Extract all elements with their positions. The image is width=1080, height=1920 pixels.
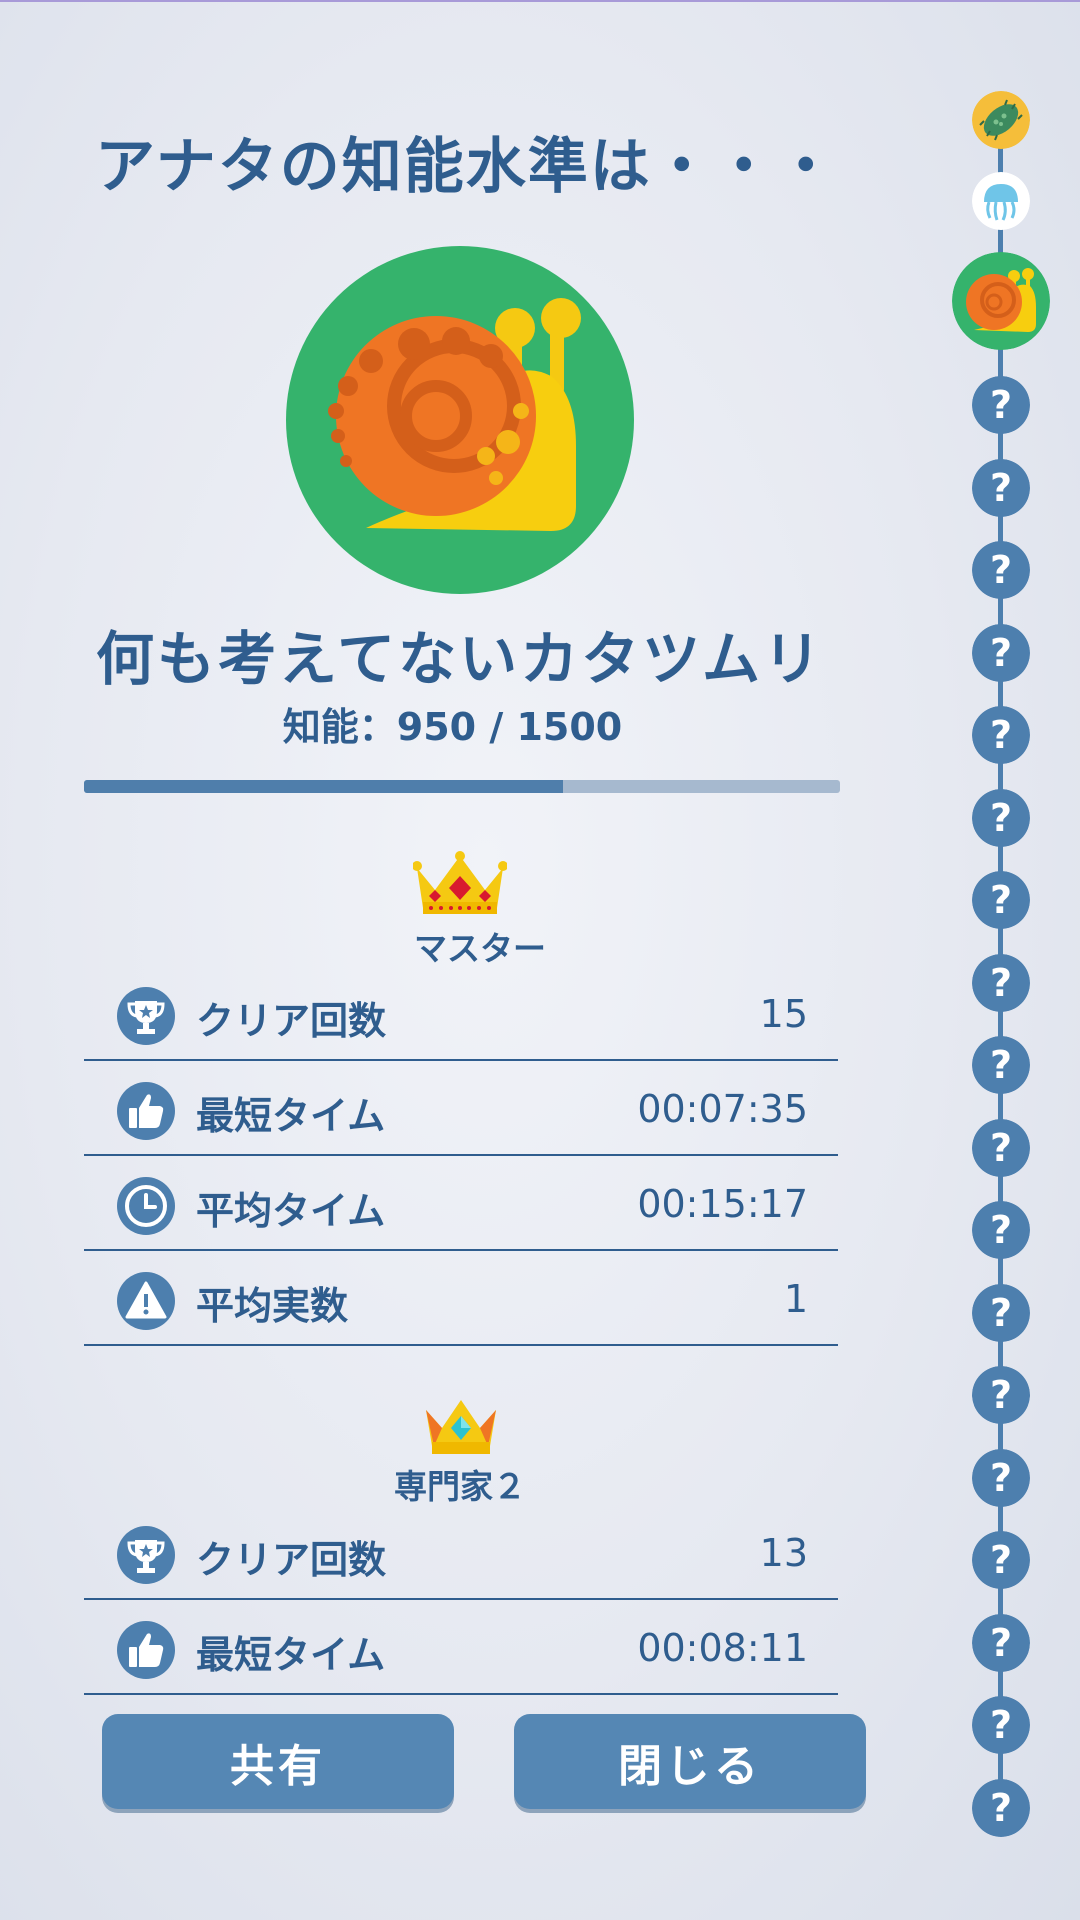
page-title: アナタの知能水準は・・・: [95, 132, 838, 202]
rank-name: 何も考えてないカタツムリ: [96, 625, 824, 693]
locked-evolution-question-icon[interactable]: ?: [972, 871, 1030, 929]
question-mark-glyph: ?: [990, 631, 1012, 675]
thumbs-up-icon: [117, 1621, 175, 1679]
jellyfish-icon[interactable]: [972, 172, 1030, 230]
thumbs-up-icon: [117, 1082, 175, 1140]
locked-evolution-question-icon[interactable]: ?: [972, 1036, 1030, 1094]
stat-row-best-time: 最短タイム 00:08:11: [84, 1598, 838, 1695]
question-mark-glyph: ?: [990, 383, 1012, 427]
question-mark-glyph: ?: [990, 1373, 1012, 1417]
snail-icon[interactable]: [952, 252, 1050, 350]
trophy-icon: [117, 987, 175, 1045]
locked-evolution-question-icon[interactable]: ?: [972, 623, 1030, 682]
stat-row-clear-count: クリア回数 13: [84, 1503, 838, 1600]
stat-label: クリア回数: [196, 1538, 387, 1582]
locked-evolution-question-icon[interactable]: ?: [972, 376, 1030, 434]
locked-evolution-question-icon[interactable]: ?: [972, 706, 1030, 764]
locked-evolution-question-icon[interactable]: ?: [972, 1448, 1030, 1507]
difficulty-label-master: マスター: [414, 929, 546, 968]
crown-red-gem-icon: [413, 851, 507, 914]
bacteria-icon[interactable]: [972, 91, 1030, 149]
question-mark-glyph: ?: [990, 466, 1012, 510]
question-mark-glyph: ?: [990, 1538, 1012, 1582]
share-button[interactable]: 共有: [102, 1714, 454, 1809]
iq-progress-fill: [84, 780, 563, 793]
stat-row-best-time: 最短タイム 00:07:35: [84, 1059, 838, 1156]
stat-label: 平均実数: [196, 1284, 349, 1328]
stat-value: 1: [783, 1277, 808, 1321]
stat-label: 平均タイム: [196, 1189, 386, 1233]
top-accent-line: [0, 0, 1080, 2]
stat-value: 00:07:35: [637, 1087, 808, 1131]
crown-blue-gem-icon: [426, 1400, 496, 1454]
locked-evolution-question-icon[interactable]: ?: [972, 1696, 1030, 1754]
iq-progress-bar: [84, 780, 840, 793]
locked-evolution-question-icon[interactable]: ?: [972, 953, 1030, 1012]
stat-value: 00:08:11: [637, 1626, 808, 1670]
stat-row-average-time: 平均タイム 00:15:17: [84, 1154, 838, 1251]
locked-evolution-question-icon[interactable]: ?: [972, 1778, 1030, 1837]
trophy-icon: [117, 1526, 175, 1584]
close-button[interactable]: 閉じる: [514, 1714, 866, 1809]
locked-evolution-question-icon[interactable]: ?: [972, 458, 1030, 517]
clock-icon: [117, 1177, 175, 1235]
locked-evolution-question-icon[interactable]: ?: [972, 1283, 1030, 1342]
stat-row-average-mistakes: 平均実数 1: [84, 1249, 838, 1346]
locked-evolution-question-icon[interactable]: ?: [972, 1613, 1030, 1672]
question-mark-glyph: ?: [990, 548, 1012, 592]
stat-label: 最短タイム: [196, 1094, 386, 1138]
warning-icon: [117, 1272, 175, 1330]
question-mark-glyph: ?: [990, 961, 1012, 1005]
locked-evolution-question-icon[interactable]: ?: [972, 1531, 1030, 1589]
question-mark-glyph: ?: [990, 1621, 1012, 1665]
locked-evolution-question-icon[interactable]: ?: [972, 1366, 1030, 1424]
question-mark-glyph: ?: [990, 1703, 1012, 1747]
question-mark-glyph: ?: [990, 1126, 1012, 1170]
question-mark-glyph: ?: [990, 1043, 1012, 1087]
stat-value: 00:15:17: [637, 1182, 808, 1226]
question-mark-glyph: ?: [990, 878, 1012, 922]
question-mark-glyph: ?: [990, 713, 1012, 757]
question-mark-glyph: ?: [990, 1456, 1012, 1500]
stat-label: クリア回数: [196, 999, 387, 1043]
locked-evolution-question-icon[interactable]: ?: [972, 541, 1030, 599]
locked-evolution-question-icon[interactable]: ?: [972, 1201, 1030, 1259]
difficulty-label-expert2: 専門家２: [394, 1467, 526, 1506]
question-mark-glyph: ?: [990, 796, 1012, 840]
stat-value: 15: [759, 992, 808, 1036]
stat-label: 最短タイム: [196, 1633, 386, 1677]
iq-score: 知能：950 / 1500: [282, 705, 623, 749]
question-mark-glyph: ?: [990, 1208, 1012, 1252]
locked-evolution-question-icon[interactable]: ?: [972, 788, 1030, 847]
snail-icon: [286, 246, 634, 594]
question-mark-glyph: ?: [990, 1786, 1012, 1830]
stat-row-clear-count: クリア回数 15: [84, 964, 838, 1061]
stat-value: 13: [759, 1531, 808, 1575]
question-mark-glyph: ?: [990, 1291, 1012, 1335]
locked-evolution-question-icon[interactable]: ?: [972, 1118, 1030, 1177]
